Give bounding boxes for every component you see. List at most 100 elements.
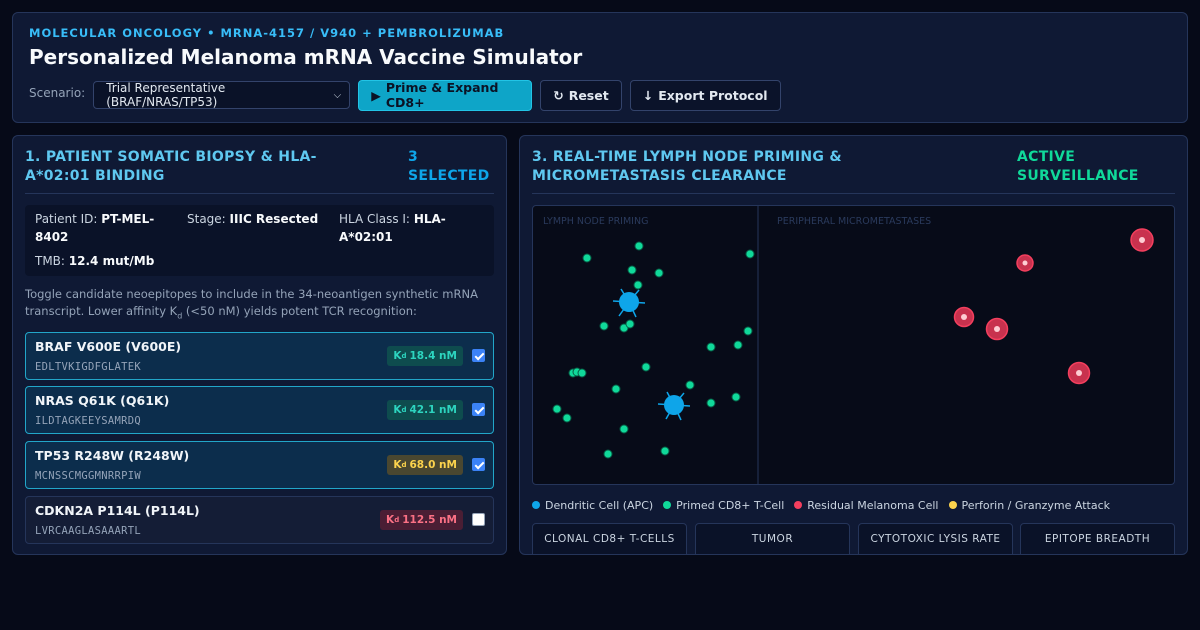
prime-expand-button[interactable]: ▶ Prime & Expand CD8+ — [358, 79, 533, 111]
scenario-selected-value: Trial Representative (BRAF/NRAS/TP53) — [106, 81, 226, 109]
t-cell — [733, 340, 743, 350]
legend-label: Residual Melanoma Cell — [807, 498, 939, 512]
stat-card-epitope-breadth: EPITOPE BREADTH — [1020, 523, 1175, 554]
epitope-sequence: ILDTAGKEEYSAMRDQ — [35, 415, 141, 427]
simulation-legend: Dendritic Cell (APC) Primed CD8+ T-Cell … — [532, 498, 1120, 512]
epitope-name: TP53 R248W (R248W) — [35, 448, 190, 463]
t-cell — [599, 321, 609, 331]
tmb-value: 12.4 mut/Mb — [68, 254, 155, 268]
simulation-canvas[interactable]: LYMPH NODE PRIMING PERIPHERAL MICROMETAS… — [532, 205, 1175, 485]
t-cell — [706, 398, 716, 408]
t-cell — [745, 249, 755, 259]
patient-id-label: Patient ID: — [35, 212, 98, 226]
kd-badge: Kd 68.0 nM — [387, 455, 463, 475]
t-cell — [654, 268, 664, 278]
simulation-panel: 3. REAL-TIME LYMPH NODE PRIMING & MICROM… — [519, 135, 1188, 555]
hla-label: HLA Class I: — [339, 212, 410, 226]
stat-label: CYTOTOXIC LYSIS RATE — [870, 533, 1001, 545]
simulation-panel-header: 3. REAL-TIME LYMPH NODE PRIMING & MICROM… — [532, 148, 1175, 194]
dendritic-cell — [612, 288, 646, 318]
epitope-checkbox[interactable] — [472, 513, 485, 526]
patient-info: Patient ID: PT-MEL-8402 Stage: IIIC Rese… — [25, 205, 494, 276]
export-protocol-label: Export Protocol — [658, 87, 768, 103]
t-cell — [552, 404, 562, 414]
t-cell — [577, 368, 587, 378]
chevron-down-icon: ⌵ — [333, 89, 342, 101]
epitope-instructions: Toggle candidate neoepitopes to include … — [25, 287, 478, 321]
export-protocol-button[interactable]: ↓ Export Protocol — [629, 79, 781, 111]
page-title: Personalized Melanoma mRNA Vaccine Simul… — [29, 45, 583, 69]
play-icon: ▶ — [371, 87, 381, 103]
t-cell — [634, 241, 644, 251]
download-arrow-icon: ↓ — [642, 87, 654, 103]
t-cell — [611, 384, 621, 394]
control-row: Scenario: Trial Representative (BRAF/NRA… — [29, 79, 781, 111]
t-cell — [743, 326, 753, 336]
legend-swatch — [948, 501, 957, 509]
epitope-item[interactable]: NRAS Q61K (Q61K) ILDTAGKEEYSAMRDQ Kd 42.1… — [25, 386, 494, 434]
legend-item-t-cell: Primed CD8+ T-Cell — [663, 499, 784, 512]
t-cell — [562, 413, 572, 423]
melanoma-cell — [985, 317, 1009, 341]
legend-item-melanoma: Residual Melanoma Cell — [794, 498, 939, 512]
t-cell — [706, 342, 716, 352]
stat-card-tumor: TUMOR — [695, 523, 850, 554]
epitope-name: BRAF V600E (V600E) — [35, 339, 182, 354]
epitope-checkbox[interactable] — [472, 349, 485, 362]
epitope-name: CDKN2A P114L (P114L) — [35, 503, 200, 518]
epitope-item[interactable]: BRAF V600E (V600E) EDLTVKIGDFGLATEK Kd 18… — [25, 332, 494, 380]
epitope-sequence: LVRCAAGLASAAARTL — [35, 525, 141, 537]
stat-label: EPITOPE BREADTH — [1044, 533, 1151, 545]
reset-label: Reset — [568, 87, 609, 103]
legend-label: Primed CD8+ T-Cell — [676, 498, 785, 512]
stat-card-clonal-t-cells: CLONAL CD8+ T-CELLS — [532, 523, 687, 554]
kd-badge: Kd 112.5 nM — [380, 510, 463, 530]
kd-badge: Kd 18.4 nM — [387, 346, 463, 366]
t-cell — [660, 446, 670, 456]
epitope-checkbox[interactable] — [472, 403, 485, 416]
epitope-sequence: EDLTVKIGDFGLATEK — [35, 361, 141, 373]
stat-label: CLONAL CD8+ T-CELLS — [544, 533, 675, 545]
t-cell — [627, 265, 637, 275]
dendritic-cell — [657, 391, 691, 421]
stage-value: IIIC Resected — [229, 212, 319, 226]
surveillance-status-badge: ACTIVE SURVEILLANCE — [1017, 149, 1139, 184]
t-cell — [603, 449, 613, 459]
epitope-name: NRAS Q61K (Q61K) — [35, 393, 170, 408]
legend-swatch — [663, 501, 672, 509]
legend-label: Dendritic Cell (APC) — [545, 498, 654, 512]
patient-id: Patient ID: PT-MEL-8402 — [35, 210, 175, 246]
app-header: MOLECULAR ONCOLOGY • MRNA-4157 / V940 + … — [12, 12, 1188, 123]
t-cell — [633, 280, 643, 290]
legend-swatch — [794, 501, 803, 509]
kd-badge: Kd 42.1 nM — [387, 400, 463, 420]
biopsy-panel-header: 1. PATIENT SOMATIC BIOPSY & HLA-A*02:01 … — [25, 148, 494, 194]
prime-expand-label: Prime & Expand CD8+ — [385, 80, 499, 110]
t-cell — [731, 392, 741, 402]
hla-class: HLA Class I: HLA-A*02:01 — [339, 210, 484, 246]
t-cell — [685, 380, 695, 390]
biopsy-panel-title: 1. PATIENT SOMATIC BIOPSY & HLA-A*02:01 … — [25, 149, 317, 184]
epitope-item[interactable]: TP53 R248W (R248W) MCNSSCMGGMNRRPIW Kd 68… — [25, 441, 494, 489]
t-cell — [641, 362, 651, 372]
simulation-panel-title: 3. REAL-TIME LYMPH NODE PRIMING & MICROM… — [532, 149, 842, 184]
legend-item-perforin: Perforin / Granzyme Attack — [948, 498, 1111, 512]
zone-label-lymph-node: LYMPH NODE PRIMING — [543, 216, 648, 227]
legend-swatch — [532, 501, 540, 509]
header-eyebrow: MOLECULAR ONCOLOGY • MRNA-4157 / V940 + … — [29, 26, 505, 40]
scenario-label: Scenario: — [29, 86, 86, 100]
epitope-item[interactable]: CDKN2A P114L (P114L) LVRCAAGLASAAARTL Kd… — [25, 496, 494, 544]
legend-label: Perforin / Granzyme Attack — [961, 498, 1111, 512]
simulation-svg: LYMPH NODE PRIMING PERIPHERAL MICROMETAS… — [543, 206, 1154, 484]
legend-item-dendritic: Dendritic Cell (APC) — [532, 499, 653, 512]
biopsy-panel: 1. PATIENT SOMATIC BIOPSY & HLA-A*02:01 … — [12, 135, 507, 555]
epitope-checkbox[interactable] — [472, 458, 485, 471]
stage: Stage: IIIC Resected — [187, 210, 332, 228]
scenario-select[interactable]: Trial Representative (BRAF/NRAS/TP53) ⌵ — [93, 81, 351, 109]
tmb-label: TMB: — [35, 254, 65, 268]
selected-count-badge: 3 SELECTED — [408, 149, 490, 184]
melanoma-cell — [953, 306, 975, 328]
melanoma-cell — [1130, 228, 1154, 252]
melanoma-cell — [1016, 254, 1034, 272]
reset-button[interactable]: ↻ Reset — [540, 79, 622, 111]
